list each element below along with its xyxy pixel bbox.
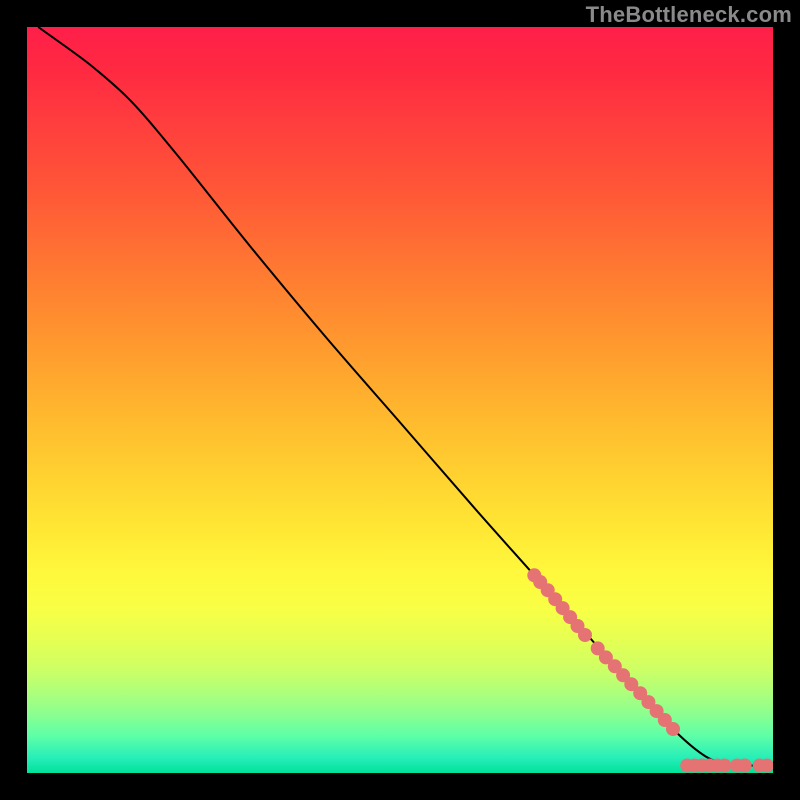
data-marker	[666, 722, 680, 736]
watermark-text: TheBottleneck.com	[586, 2, 792, 28]
marker-group	[527, 568, 773, 772]
data-marker	[578, 628, 592, 642]
chart-container: TheBottleneck.com	[0, 0, 800, 800]
data-marker	[738, 759, 752, 773]
chart-svg	[27, 27, 773, 773]
plot-area	[27, 27, 773, 773]
curve-line	[38, 27, 773, 766]
data-marker	[718, 759, 732, 773]
